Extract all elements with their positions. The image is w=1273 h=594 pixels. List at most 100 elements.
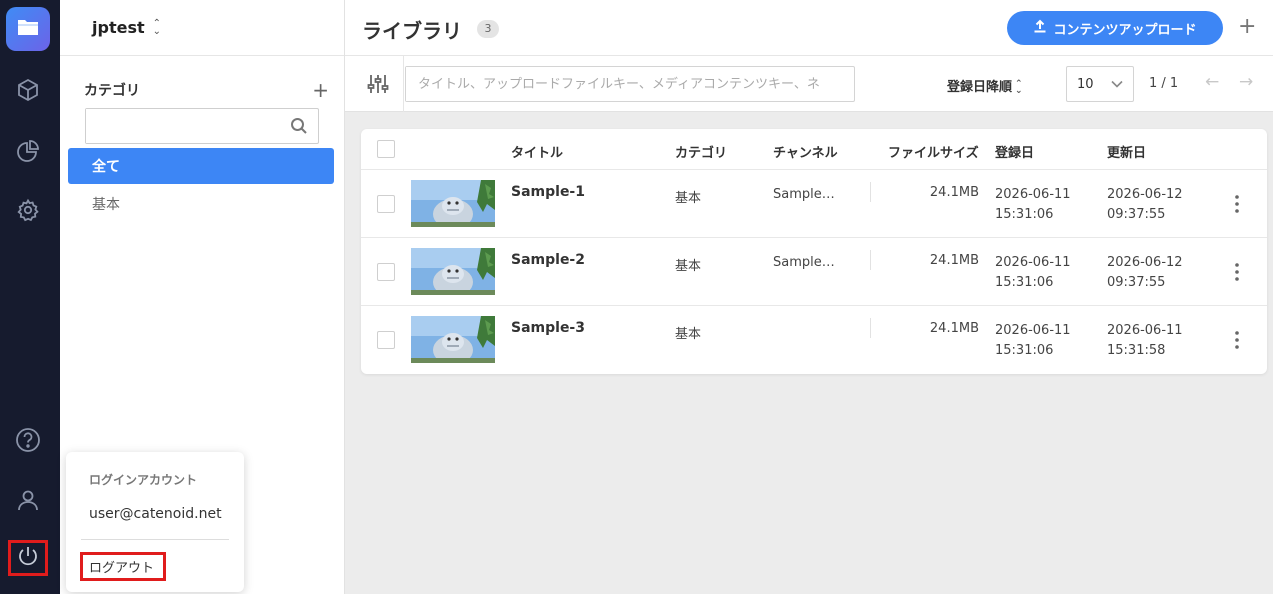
prev-page-icon[interactable]: ← — [1205, 72, 1219, 92]
sort-chevron-icon: ⌃ ⌄ — [152, 17, 161, 37]
upload-icon — [1033, 19, 1047, 37]
row-updated: 2026-06-12 09:37:55 — [1107, 185, 1183, 225]
search-icon[interactable] — [290, 117, 308, 139]
select-all-checkbox[interactable] — [377, 140, 395, 158]
count-badge: 3 — [477, 20, 499, 38]
account-popup: ログインアカウント user@catenoid.net ログアウト — [66, 452, 244, 592]
divider — [81, 539, 229, 540]
folder-icon — [16, 17, 40, 41]
app-rail — [0, 0, 60, 594]
pager-status: 1 / 1 — [1149, 76, 1179, 91]
row-title[interactable]: Sample-3 — [511, 320, 585, 336]
next-page-icon[interactable]: → — [1239, 72, 1253, 92]
row-created: 2026-06-11 15:31:06 — [995, 253, 1071, 293]
row-checkbox[interactable] — [377, 331, 395, 349]
table-row[interactable]: Sample-1 基本 Sample… 24.1MB 2026-06-11 15… — [361, 170, 1267, 238]
created-time: 15:31:06 — [995, 343, 1054, 358]
row-title[interactable]: Sample-2 — [511, 252, 585, 268]
row-title[interactable]: Sample-1 — [511, 184, 585, 200]
help-icon[interactable] — [14, 426, 42, 454]
divider — [870, 318, 871, 338]
row-updated: 2026-06-12 09:37:55 — [1107, 253, 1183, 293]
created-time: 15:31:06 — [995, 275, 1054, 290]
more-options-icon[interactable] — [1229, 330, 1245, 350]
category-title: カテゴリ — [84, 83, 140, 99]
chevron-down-icon — [1111, 77, 1123, 92]
page-size-value: 10 — [1077, 76, 1094, 92]
sort-label: 登録日降順 — [947, 80, 1013, 95]
row-size: 24.1MB — [929, 185, 979, 200]
cube-icon[interactable] — [14, 76, 42, 104]
row-checkbox[interactable] — [377, 263, 395, 281]
gear-icon[interactable] — [14, 196, 42, 224]
power-button[interactable] — [8, 540, 48, 576]
row-category: 基本 — [675, 259, 702, 274]
col-title[interactable]: タイトル — [511, 142, 563, 161]
row-checkbox[interactable] — [377, 195, 395, 213]
row-size: 24.1MB — [929, 253, 979, 268]
updated-time: 15:31:58 — [1107, 343, 1166, 358]
table-header: タイトル カテゴリ チャンネル ファイルサイズ 登録日 更新日 — [361, 129, 1267, 170]
sort-select[interactable]: 登録日降順 ⌃ ⌄ — [947, 76, 1023, 95]
video-thumbnail[interactable] — [411, 316, 495, 363]
more-options-icon[interactable] — [1229, 194, 1245, 214]
row-category: 基本 — [675, 327, 702, 342]
row-category: 基本 — [675, 191, 702, 206]
updated-date: 2026-06-12 — [1107, 255, 1183, 270]
category-item-basic[interactable]: 基本 — [92, 194, 120, 214]
col-size[interactable]: ファイルサイズ — [888, 142, 979, 161]
created-time: 15:31:06 — [995, 207, 1054, 222]
divider — [870, 250, 871, 270]
table-row[interactable]: Sample-3 基本 24.1MB 2026-06-11 15:31:06 2… — [361, 306, 1267, 374]
library-nav-button[interactable] — [6, 7, 50, 51]
row-updated: 2026-06-11 15:31:58 — [1107, 321, 1183, 361]
filter-sliders-icon[interactable] — [367, 73, 389, 99]
workspace-switcher[interactable]: jptest ⌃ ⌄ — [60, 0, 344, 56]
col-created[interactable]: 登録日 — [995, 142, 1034, 161]
row-size: 24.1MB — [929, 321, 979, 336]
divider — [870, 182, 871, 202]
col-category[interactable]: カテゴリ — [675, 142, 727, 161]
content-table: タイトル カテゴリ チャンネル ファイルサイズ 登録日 更新日 Sample-1… — [361, 129, 1267, 374]
updated-date: 2026-06-11 — [1107, 323, 1183, 338]
created-date: 2026-06-11 — [995, 323, 1071, 338]
account-popup-title: ログインアカウント — [89, 473, 198, 487]
more-options-icon[interactable] — [1229, 262, 1245, 282]
user-icon[interactable] — [14, 486, 42, 514]
page-title: ライブラリ — [362, 19, 462, 43]
power-icon — [16, 544, 40, 572]
row-channel: Sample… — [773, 187, 835, 202]
category-search-input[interactable] — [86, 109, 276, 143]
divider — [403, 56, 404, 112]
logout-button[interactable]: ログアウト — [80, 552, 166, 581]
library-toolbar: 登録日降順⌃⌄ 10 1 / 1 ← → — [345, 56, 1273, 112]
updated-time: 09:37:55 — [1107, 207, 1166, 222]
page-header: ライブラリ 3 コンテンツアップロード + — [345, 0, 1273, 56]
account-email: user@catenoid.net — [89, 506, 222, 522]
table-row[interactable]: Sample-2 基本 Sample… 24.1MB 2026-06-11 15… — [361, 238, 1267, 306]
content-search-input[interactable] — [406, 67, 846, 101]
content-search — [405, 66, 855, 102]
updated-date: 2026-06-12 — [1107, 187, 1183, 202]
page-size-select[interactable]: 10 — [1066, 66, 1134, 102]
workspace-name[interactable]: jptest — [92, 18, 145, 37]
updated-time: 09:37:55 — [1107, 275, 1166, 290]
col-channel[interactable]: チャンネル — [773, 142, 838, 161]
row-created: 2026-06-11 15:31:06 — [995, 321, 1071, 361]
video-thumbnail[interactable] — [411, 180, 495, 227]
created-date: 2026-06-11 — [995, 255, 1071, 270]
category-header: カテゴリ + — [84, 80, 329, 100]
created-date: 2026-06-11 — [995, 187, 1071, 202]
sort-chevron-icon: ⌃ ⌄ — [1015, 78, 1023, 96]
video-thumbnail[interactable] — [411, 248, 495, 295]
add-icon[interactable]: + — [1238, 14, 1256, 40]
row-created: 2026-06-11 15:31:06 — [995, 185, 1071, 225]
category-item-all[interactable]: 全て — [68, 148, 334, 184]
pie-chart-icon[interactable] — [14, 137, 42, 165]
col-updated[interactable]: 更新日 — [1107, 142, 1146, 161]
row-channel: Sample… — [773, 255, 835, 270]
upload-content-button[interactable]: コンテンツアップロード — [1007, 11, 1223, 45]
upload-label: コンテンツアップロード — [1053, 22, 1197, 38]
add-category-icon[interactable]: + — [312, 80, 329, 100]
category-search — [85, 108, 319, 144]
